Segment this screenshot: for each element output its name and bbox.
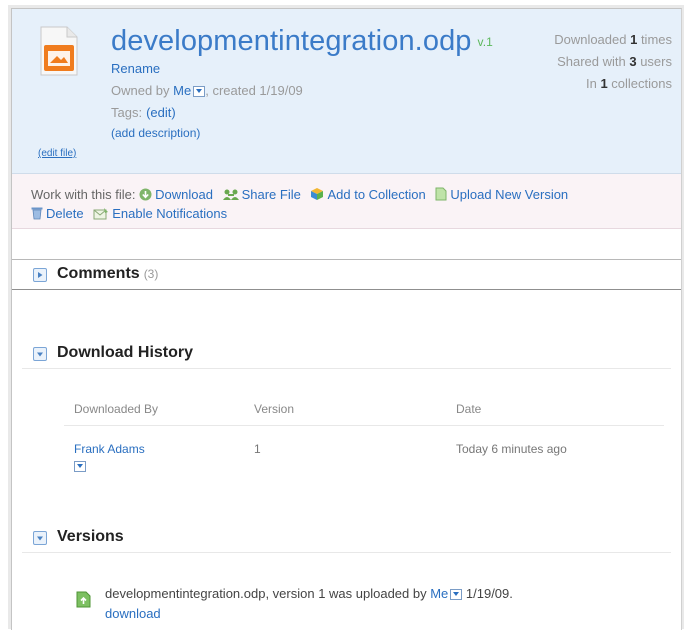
- versions-heading: Versions: [57, 528, 124, 545]
- actions-row-1: Work with this file: Download Share File…: [31, 187, 574, 202]
- version-date: 1/19/09.: [462, 586, 513, 601]
- download-history-section-header[interactable]: Download History: [22, 341, 671, 368]
- comments-heading: Comments (3): [57, 265, 159, 282]
- delete-button[interactable]: Delete: [31, 206, 87, 221]
- share-users-icon: [222, 189, 239, 200]
- presentation-file-icon: [40, 26, 78, 76]
- rename-link[interactable]: Rename: [111, 61, 160, 76]
- created-date: , created 1/19/09: [205, 83, 303, 98]
- collapse-toggle-icon[interactable]: [33, 347, 47, 361]
- downloader-link[interactable]: Frank Adams: [74, 442, 145, 456]
- download-button[interactable]: Download: [139, 187, 216, 202]
- file-details-panel: developmentintegration.odp v.1 Rename Own…: [11, 8, 682, 630]
- file-actions-bar: Work with this file: Download Share File…: [12, 174, 681, 229]
- tags-label: Tags:: [111, 105, 143, 120]
- download-history-divider: [22, 368, 671, 369]
- add-to-collection-button[interactable]: Add to Collection: [310, 187, 429, 202]
- uploader-menu-icon[interactable]: [450, 589, 463, 601]
- download-date-cell: Today 6 minutes ago: [456, 442, 567, 456]
- file-name: developmentintegration.odp: [111, 25, 472, 57]
- version-download-link[interactable]: download: [105, 606, 161, 621]
- actions-row-2: Delete Enable Notifications: [31, 206, 233, 221]
- collapse-toggle-icon[interactable]: [33, 531, 47, 545]
- tags-row: Tags: (edit): [111, 105, 176, 120]
- notification-envelope-icon: [93, 208, 109, 220]
- download-count-stat: Downloaded 1 times: [554, 32, 672, 47]
- owner-link[interactable]: Me: [173, 83, 191, 98]
- versions-section-header[interactable]: Versions: [22, 525, 671, 552]
- version-entry-text: developmentintegration.odp, version 1 wa…: [105, 586, 431, 601]
- file-title: developmentintegration.odp v.1: [111, 25, 493, 58]
- comments-count: (3): [143, 267, 159, 281]
- trash-icon: [31, 207, 43, 220]
- version-uploader-link[interactable]: Me: [430, 586, 448, 601]
- collection-cube-icon: [311, 188, 324, 200]
- version-upload-icon: [76, 591, 91, 608]
- column-version: Version: [254, 402, 295, 416]
- download-history-heading: Download History: [57, 344, 194, 361]
- comments-section-header[interactable]: Comments (3): [22, 262, 671, 289]
- downloader-menu-icon[interactable]: [74, 458, 86, 473]
- upload-new-version-button[interactable]: Upload New Version: [435, 187, 568, 202]
- upload-document-icon: [435, 187, 447, 201]
- owned-by-label: Owned by: [111, 83, 174, 98]
- file-stats: Downloaded 1 times Shared with 3 users I…: [554, 29, 672, 95]
- table-header-divider: [64, 425, 664, 426]
- expand-toggle-icon[interactable]: [33, 268, 47, 282]
- collections-count-stat: In 1 collections: [585, 76, 672, 91]
- shared-count-stat: Shared with 3 users: [557, 54, 672, 69]
- actions-prefix: Work with this file:: [31, 187, 136, 202]
- version-badge[interactable]: v.1: [478, 35, 493, 49]
- tags-edit-link[interactable]: (edit): [146, 105, 176, 120]
- comments-top-divider: [12, 259, 681, 260]
- owner-menu-icon[interactable]: [193, 86, 206, 98]
- file-header: developmentintegration.odp v.1 Rename Own…: [12, 9, 681, 174]
- enable-notifications-button[interactable]: Enable Notifications: [93, 206, 227, 221]
- versions-divider: [22, 552, 671, 553]
- comments-bottom-divider: [12, 289, 681, 290]
- column-downloaded-by: Downloaded By: [74, 402, 159, 416]
- ownership-info: Owned by Me , created 1/19/09: [111, 83, 303, 98]
- add-description-link[interactable]: (add description): [111, 126, 200, 140]
- column-date: Date: [456, 402, 482, 416]
- share-file-button[interactable]: Share File: [222, 187, 305, 202]
- version-entry: developmentintegration.odp, version 1 wa…: [105, 586, 513, 601]
- download-version-cell: 1: [254, 442, 261, 456]
- edit-file-link[interactable]: (edit file): [38, 148, 76, 159]
- download-icon: [139, 188, 152, 201]
